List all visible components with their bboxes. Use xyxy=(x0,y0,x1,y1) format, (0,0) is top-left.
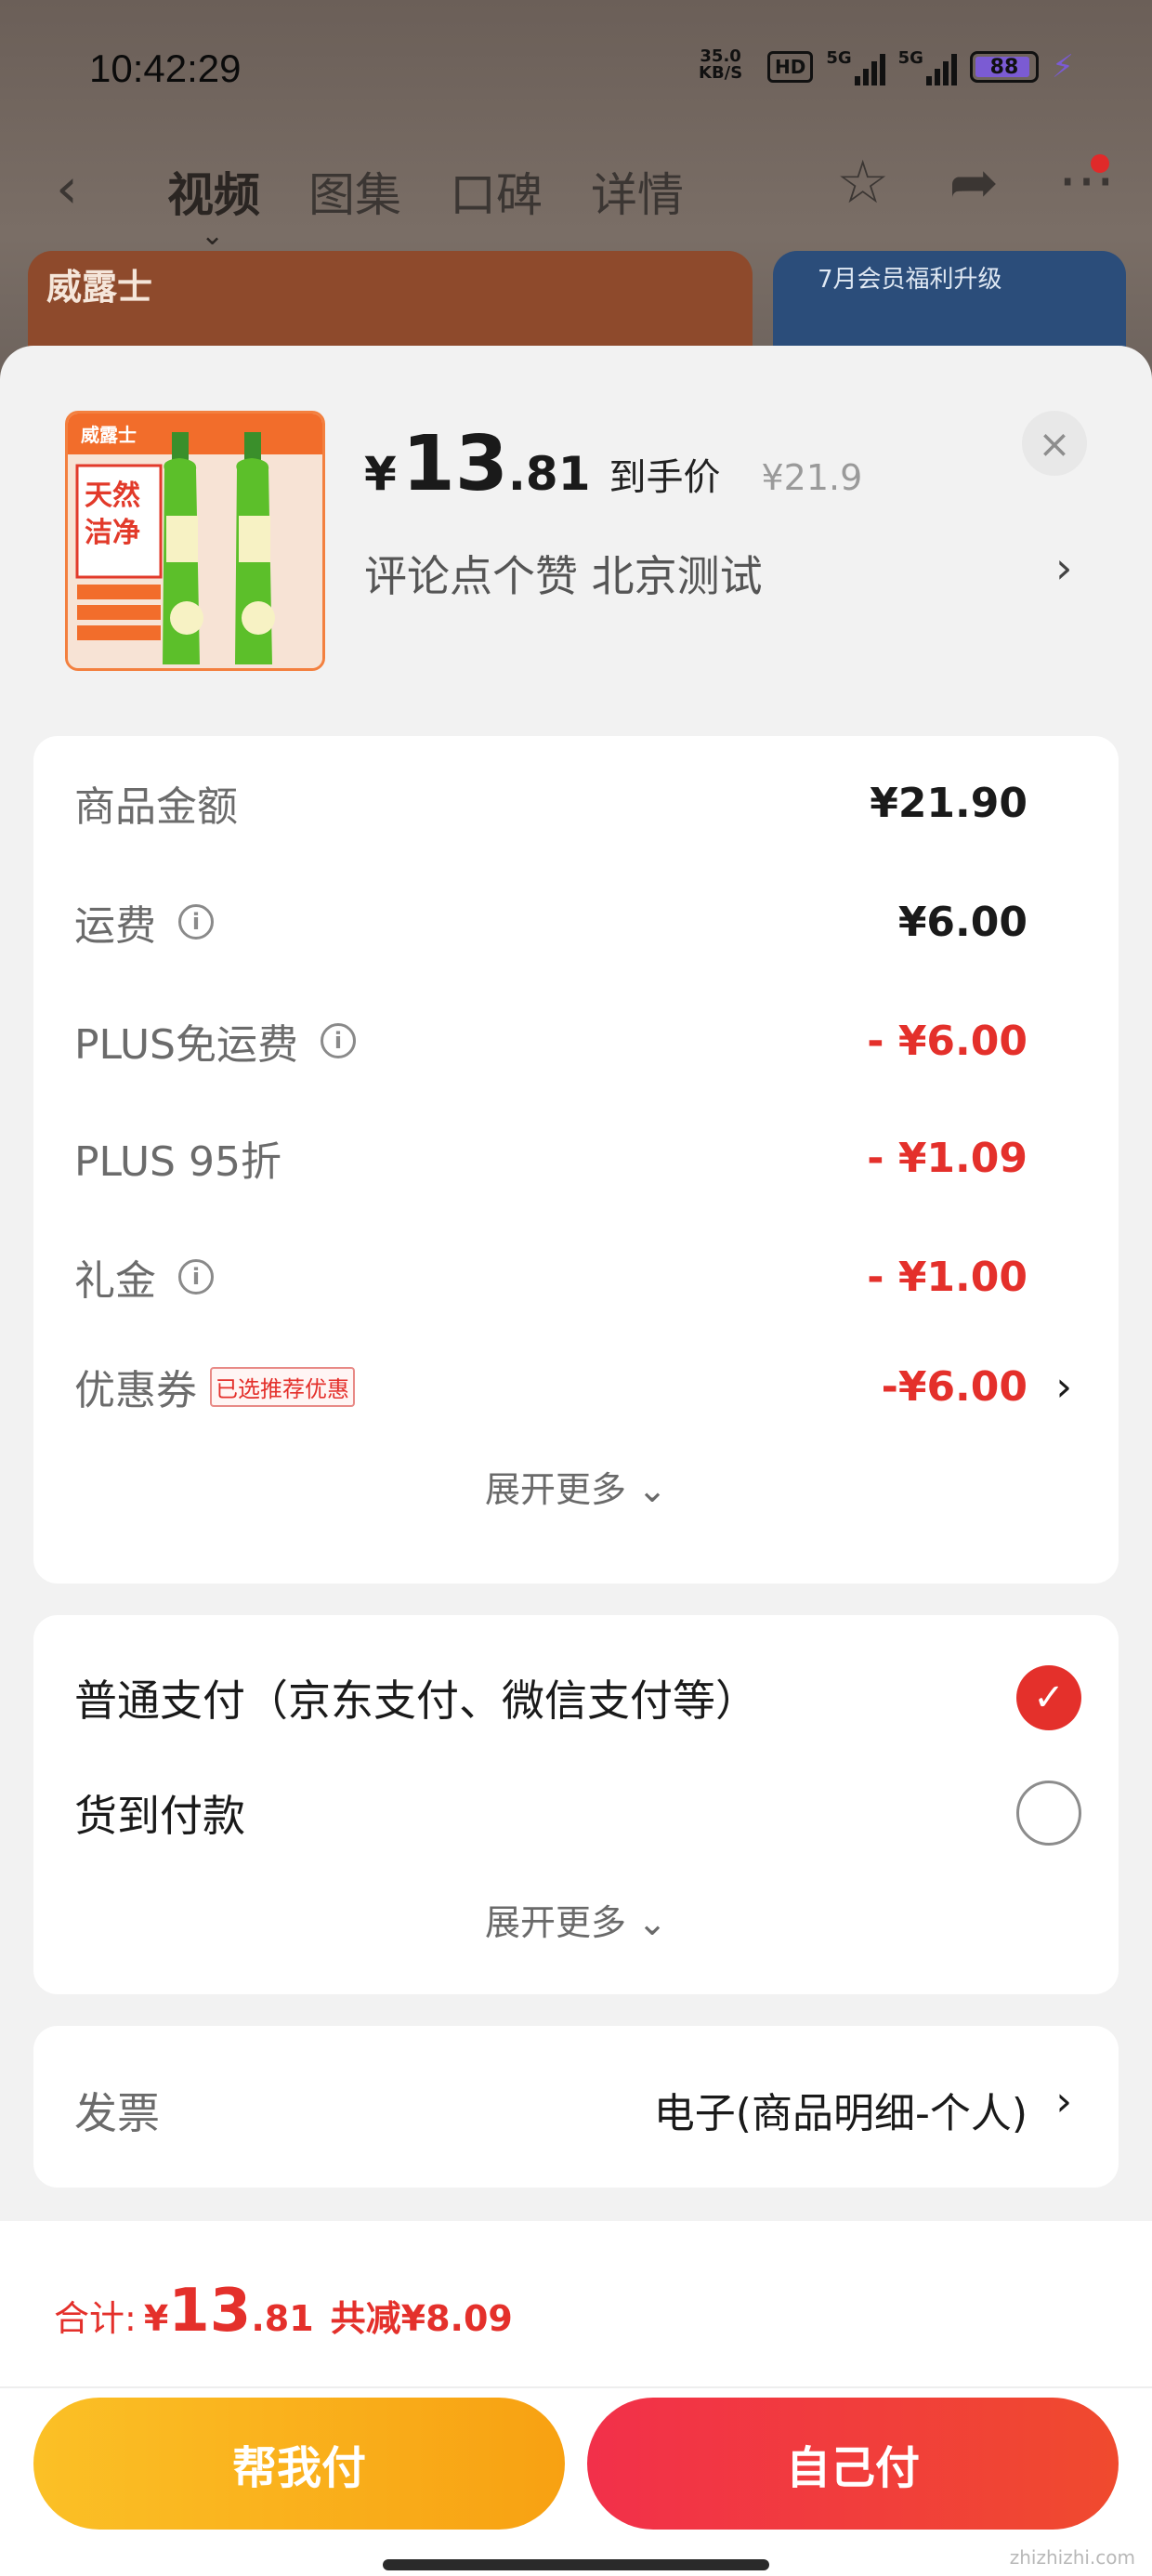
nav-tabs: 视频 图集 口碑 详情 xyxy=(167,158,684,225)
close-icon: × xyxy=(1038,420,1071,467)
product-illustration: 威露士 天然 洁净 xyxy=(68,414,322,668)
invoice-label: 发票 xyxy=(74,2088,160,2138)
product-header: 威露士 天然 洁净 ¥ 13 .81 到手价 ¥21.9 评论点个赞 北京测试 … xyxy=(0,346,1152,717)
active-tab-indicator: ⌄ xyxy=(201,219,225,252)
tab-details[interactable]: 详情 xyxy=(591,158,684,225)
notification-dot xyxy=(1091,154,1109,173)
info-icon[interactable]: i xyxy=(178,904,214,940)
cost-label: PLUS 95折 xyxy=(74,1138,281,1186)
banner-logo: 威露士 xyxy=(46,267,153,308)
cost-label-text: 运费 xyxy=(74,902,156,950)
chevron-right-icon[interactable]: › xyxy=(1055,543,1072,593)
home-indicator[interactable] xyxy=(383,2559,769,2570)
payment-option-label: 货到付款 xyxy=(74,1791,245,1841)
product-image: 威露士 天然 洁净 xyxy=(65,411,325,671)
cost-row-plus-free-shipping: PLUS免运费 i - ¥6.00 xyxy=(74,1011,1119,1071)
image-big-text: 天然 xyxy=(85,480,140,512)
cost-label-text: 礼金 xyxy=(74,1257,156,1305)
checkout-footer: 合计: ¥ 13 .81 共减¥8.09 帮我付 自己付 xyxy=(0,2221,1152,2576)
info-icon[interactable]: i xyxy=(321,1023,356,1058)
invoice-card[interactable]: 发票 电子(商品明细-个人) › xyxy=(33,2026,1119,2188)
checkout-sheet: 威露士 天然 洁净 ¥ 13 .81 到手价 ¥21.9 评论点个赞 北京测试 … xyxy=(0,346,1152,2576)
cost-label: 礼金 i xyxy=(74,1247,214,1307)
net-speed-unit: KB/S xyxy=(699,63,743,83)
footer-divider xyxy=(0,2386,1152,2388)
watermark: zhizhizhi.com xyxy=(1009,2546,1135,2569)
cost-row-shipping: 运费 i ¥6.00 xyxy=(74,892,1119,952)
background-product-page: 10:42:29 35.0 KB/S HD 5G 5G 88 ⚡ ‹ 视频 图集… xyxy=(0,0,1152,390)
promo-text[interactable]: 评论点个赞 北京测试 xyxy=(364,543,763,604)
final-price-label: 到手价 xyxy=(609,456,721,499)
radio-checked-icon[interactable]: ✓ xyxy=(1016,1665,1081,1730)
cost-label: PLUS免运费 i xyxy=(74,1011,356,1071)
banner-right-text: 7月会员福利升级 xyxy=(818,266,1002,294)
cost-value: - ¥1.00 xyxy=(867,1253,1028,1301)
cost-row-subtotal: 商品金额 ¥21.90 xyxy=(74,775,1119,832)
original-price: ¥21.9 xyxy=(761,457,863,498)
signal-icon-1: 5G xyxy=(826,48,885,85)
tab-gallery[interactable]: 图集 xyxy=(308,158,401,225)
battery-level: 88 xyxy=(989,56,1019,79)
hd-icon: HD xyxy=(767,51,814,83)
cost-row-coupon[interactable]: 优惠券 已选推荐优惠 -¥6.00 › xyxy=(74,1357,1119,1416)
help-me-pay-button[interactable]: 帮我付 xyxy=(33,2398,565,2530)
star-icon[interactable]: ☆ xyxy=(836,149,889,217)
chevron-right-icon[interactable]: › xyxy=(1055,2078,1072,2125)
cost-label-text: 优惠券 xyxy=(74,1367,197,1414)
cost-value: - ¥1.09 xyxy=(867,1134,1028,1182)
signal-2-label: 5G xyxy=(897,48,923,68)
price-decimal: .81 xyxy=(507,447,591,501)
cost-value: ¥21.90 xyxy=(870,779,1028,827)
total-integer: 13 xyxy=(168,2277,252,2346)
cost-label-text: PLUS免运费 xyxy=(74,1021,298,1069)
expand-more-button[interactable]: 展开更多 ⌄ xyxy=(33,1894,1119,1945)
chevron-right-icon[interactable]: › xyxy=(1055,1363,1072,1411)
price-integer: 13 xyxy=(401,420,508,508)
cost-value: - ¥6.00 xyxy=(867,1017,1028,1065)
status-time: 10:42:29 xyxy=(89,46,242,90)
total-decimal: .81 xyxy=(251,2298,314,2339)
cost-label: 优惠券 已选推荐优惠 xyxy=(74,1357,355,1416)
charging-icon: ⚡ xyxy=(1051,48,1074,85)
invoice-value: 电子(商品明细-个人) xyxy=(653,2090,1028,2137)
price-row: ¥ 13 .81 到手价 ¥21.9 xyxy=(364,420,862,508)
signal-1-label: 5G xyxy=(826,48,852,68)
image-big-text-2: 洁净 xyxy=(85,517,140,549)
payment-option-standard[interactable]: 普通支付（京东支付、微信支付等） ✓ xyxy=(74,1665,1081,1730)
product-nav-bar: ‹ 视频 图集 口碑 详情 ⌄ ☆ ➦ ··· xyxy=(0,139,1152,252)
cost-row-plus-discount: PLUS 95折 - ¥1.09 xyxy=(74,1130,1119,1187)
expand-more-button[interactable]: 展开更多 ⌄ xyxy=(33,1461,1119,1512)
radio-unchecked-icon[interactable] xyxy=(1016,1781,1081,1846)
total-label: 合计: xyxy=(54,2298,137,2339)
image-brand-text: 威露士 xyxy=(81,424,137,446)
total-row: 合计: ¥ 13 .81 共减¥8.09 xyxy=(54,2277,513,2346)
cost-label: 商品金额 xyxy=(74,783,238,831)
cost-row-gift-money: 礼金 i - ¥1.00 xyxy=(74,1247,1119,1307)
tab-reviews[interactable]: 口碑 xyxy=(450,158,543,225)
cost-label: 运费 i xyxy=(74,892,214,952)
share-icon[interactable]: ➦ xyxy=(949,149,999,217)
cost-value: ¥6.00 xyxy=(897,898,1028,946)
payment-card: 普通支付（京东支付、微信支付等） ✓ 货到付款 展开更多 ⌄ xyxy=(33,1615,1119,1994)
cost-value: -¥6.00 xyxy=(881,1362,1028,1411)
total-symbol: ¥ xyxy=(143,2298,169,2339)
status-icons: HD 5G 5G 88 ⚡ xyxy=(767,48,1074,85)
battery-icon: 88 xyxy=(969,51,1039,83)
coupon-tag: 已选推荐优惠 xyxy=(210,1366,355,1407)
back-icon[interactable]: ‹ xyxy=(56,156,78,221)
tab-video[interactable]: 视频 xyxy=(167,158,260,225)
payment-option-cod[interactable]: 货到付款 xyxy=(74,1781,1081,1846)
net-speed: 35.0 KB/S xyxy=(699,48,742,82)
total-savings: 共减¥8.09 xyxy=(330,2298,513,2339)
payment-option-label: 普通支付（京东支付、微信支付等） xyxy=(74,1676,758,1726)
cost-breakdown-card: 商品金额 ¥21.90 运费 i ¥6.00 PLUS免运费 i - ¥6.00… xyxy=(33,736,1119,1584)
info-icon[interactable]: i xyxy=(178,1259,214,1295)
signal-icon-2: 5G xyxy=(898,48,957,85)
pay-myself-button[interactable]: 自己付 xyxy=(587,2398,1119,2530)
status-bar: 10:42:29 35.0 KB/S HD 5G 5G 88 ⚡ xyxy=(0,33,1152,99)
nav-actions: ☆ ➦ ··· xyxy=(836,149,1115,217)
price-symbol: ¥ xyxy=(364,447,397,501)
close-button[interactable]: × xyxy=(1022,411,1087,476)
